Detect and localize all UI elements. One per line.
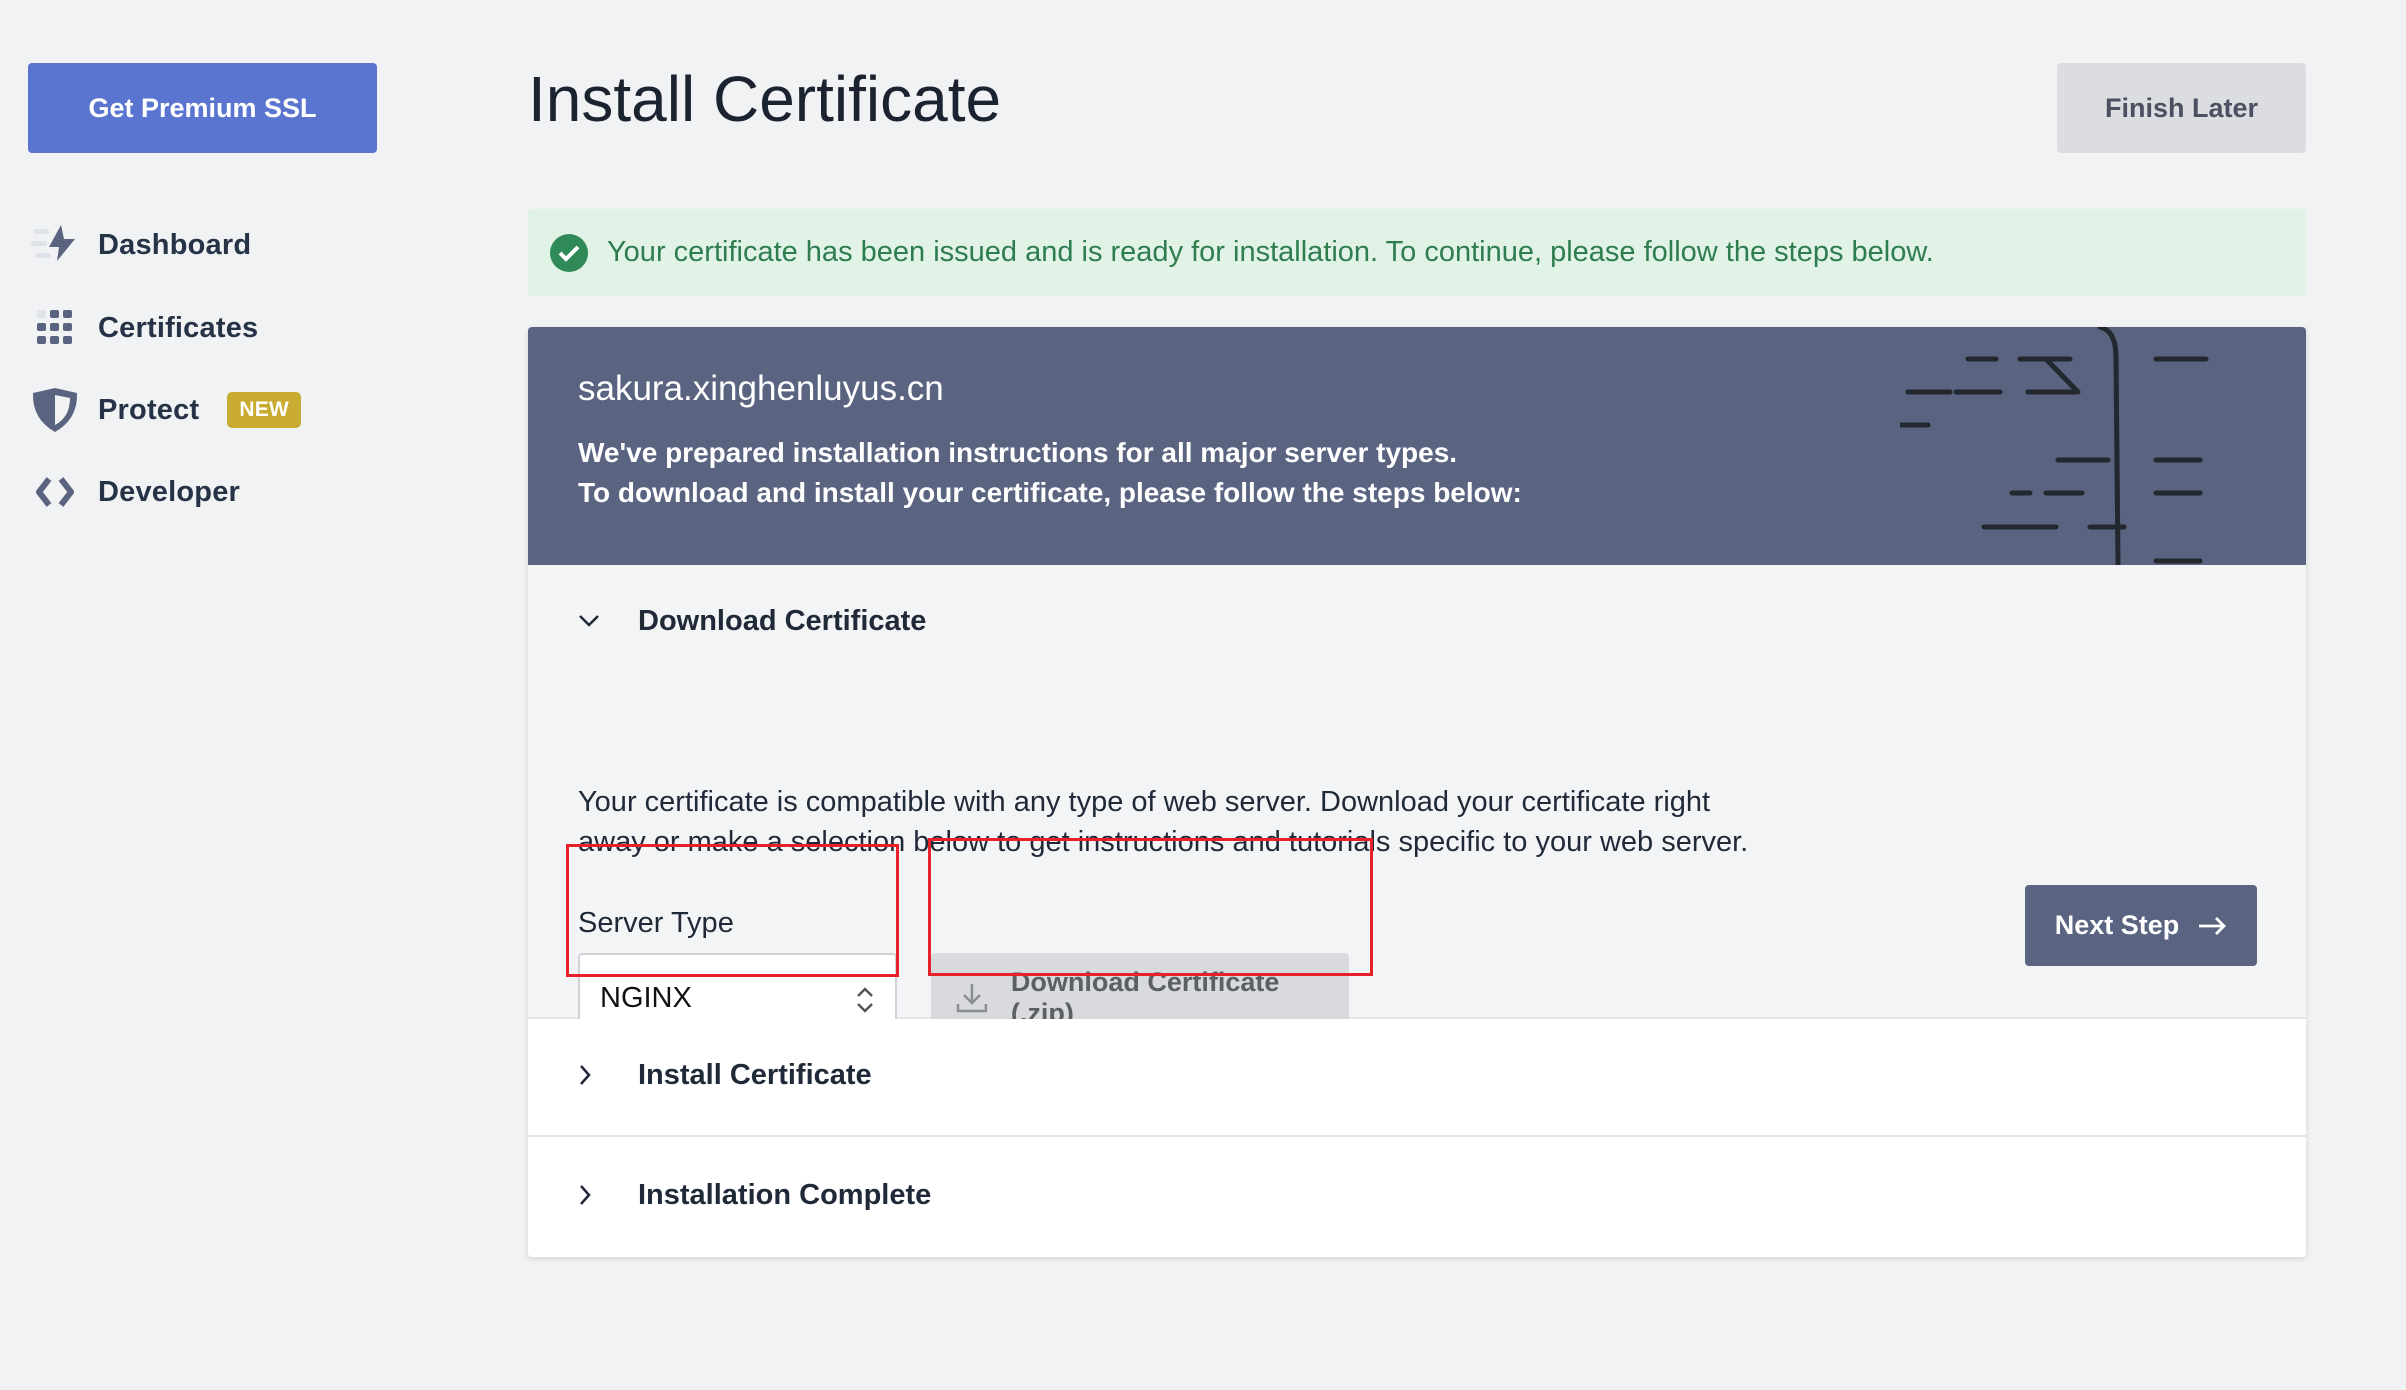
highlight-box-select: [566, 844, 899, 977]
decorative-illustration: [1900, 327, 2209, 565]
sidebar-item-label: Certificates: [98, 311, 259, 344]
highlight-box-download: [928, 838, 1373, 976]
lightning-icon: [31, 223, 79, 267]
chevron-right-icon: [578, 1184, 638, 1206]
finish-later-button[interactable]: Finish Later: [2057, 63, 2306, 153]
step-install-certificate[interactable]: Install Certificate: [528, 1019, 2306, 1137]
chevron-right-icon: [578, 1064, 638, 1086]
header-line-2: To download and install your certificate…: [578, 477, 1522, 508]
code-icon: [31, 470, 79, 514]
sidebar-item-certificates[interactable]: Certificates: [31, 303, 258, 353]
arrow-right-icon: [2199, 916, 2227, 935]
step-installation-complete[interactable]: Installation Complete: [528, 1139, 2306, 1257]
sidebar-item-protect[interactable]: Protect NEW: [31, 385, 301, 435]
step-title: Download Certificate: [638, 604, 927, 637]
next-step-button[interactable]: Next Step: [2025, 885, 2257, 966]
get-premium-ssl-button[interactable]: Get Premium SSL: [28, 63, 377, 153]
next-step-label: Next Step: [2054, 910, 2180, 940]
server-type-value: NGINX: [600, 981, 692, 1014]
card-header: sakura.xinghenluyus.cn We've prepared in…: [528, 327, 2306, 565]
chevron-down-icon: [578, 614, 638, 628]
sidebar-item-developer[interactable]: Developer: [31, 467, 240, 517]
step-title: Install Certificate: [638, 1058, 872, 1091]
download-icon: [956, 984, 988, 1013]
page-title: Install Certificate: [528, 63, 1002, 135]
sidebar-item-label: Dashboard: [98, 228, 252, 261]
new-badge: NEW: [227, 392, 301, 428]
sidebar-item-label: Protect: [98, 393, 200, 426]
check-circle-icon: [550, 233, 588, 272]
grid-icon: [31, 306, 79, 350]
success-alert: Your certificate has been issued and is …: [528, 209, 2306, 296]
install-card: sakura.xinghenluyus.cn We've prepared in…: [528, 327, 2306, 1257]
domain-name: sakura.xinghenluyus.cn: [578, 369, 944, 408]
step-description-line-1: Your certificate is compatible with any …: [578, 786, 1711, 818]
step-header-download[interactable]: Download Certificate: [578, 591, 926, 651]
sidebar-item-label: Developer: [98, 475, 241, 508]
sidebar-item-dashboard[interactable]: Dashboard: [31, 220, 251, 270]
shield-icon: [31, 388, 79, 432]
step-title: Installation Complete: [638, 1178, 932, 1211]
header-line-1: We've prepared installation instructions…: [578, 437, 1458, 468]
select-arrows-icon: [857, 987, 873, 1013]
alert-text: Your certificate has been issued and is …: [607, 236, 1934, 268]
